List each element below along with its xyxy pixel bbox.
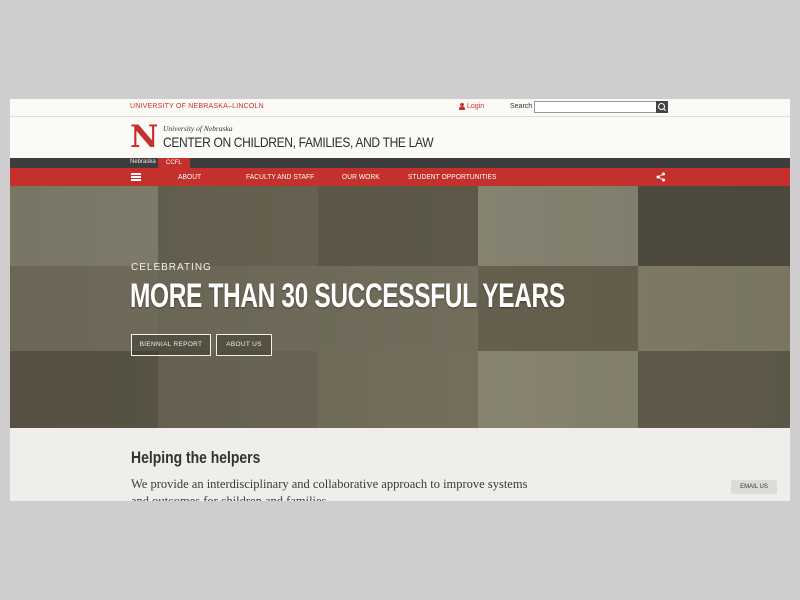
nav-item-faculty-and-staff[interactable]: FACULTY AND STAFF <box>246 172 314 181</box>
login-label: Login <box>467 103 485 110</box>
main-nav: ABOUT FACULTY AND STAFF OUR WORK STUDENT… <box>10 168 790 186</box>
menu-icon[interactable] <box>131 173 141 181</box>
university-link[interactable]: UNIVERSITY OF NEBRASKA–LINCOLN <box>130 103 264 110</box>
search-icon <box>658 103 665 110</box>
hero-banner: CELEBRATING MORE THAN 30 SUCCESSFUL YEAR… <box>10 186 790 428</box>
browser-page: UNIVERSITY OF NEBRASKA–LINCOLN Login Sea… <box>10 99 790 501</box>
nav-item-about[interactable]: ABOUT <box>178 172 201 181</box>
search-button[interactable] <box>656 101 668 113</box>
biennial-report-button[interactable]: BIENNIAL REPORT <box>131 334 211 356</box>
hero-eyebrow: CELEBRATING <box>131 262 212 273</box>
share-icon[interactable] <box>656 172 666 182</box>
breadcrumb-ccfl[interactable]: CCFL <box>158 158 190 168</box>
search-label: Search <box>510 103 533 110</box>
main-content: Helping the helpers We provide an interd… <box>10 428 790 501</box>
section-heading: Helping the helpers <box>131 448 261 467</box>
breadcrumb: Nebraska CCFL <box>10 158 790 168</box>
hero-title: MORE THAN 30 SUCCESSFUL YEARS <box>130 277 565 315</box>
logo-subtitle: University of Nebraska <box>163 124 233 133</box>
utility-bar: UNIVERSITY OF NEBRASKA–LINCOLN Login Sea… <box>10 99 790 117</box>
nav-item-student-opportunities[interactable]: STUDENT OPPORTUNITIES <box>408 172 497 181</box>
nebraska-n-logo[interactable]: N <box>130 122 158 153</box>
intro-paragraph: We provide an interdisciplinary and coll… <box>131 477 528 501</box>
email-us-button[interactable]: EMAIL US <box>731 480 777 494</box>
search-input[interactable] <box>534 101 658 113</box>
about-us-button[interactable]: ABOUT US <box>216 334 272 356</box>
nav-item-our-work[interactable]: OUR WORK <box>342 172 380 181</box>
login-link[interactable]: Login <box>459 103 484 110</box>
breadcrumb-nebraska[interactable]: Nebraska <box>130 159 156 165</box>
person-icon <box>459 103 465 110</box>
site-header: N University of Nebraska CENTER ON CHILD… <box>10 117 790 158</box>
site-title[interactable]: CENTER ON CHILDREN, FAMILIES, AND THE LA… <box>163 134 434 150</box>
